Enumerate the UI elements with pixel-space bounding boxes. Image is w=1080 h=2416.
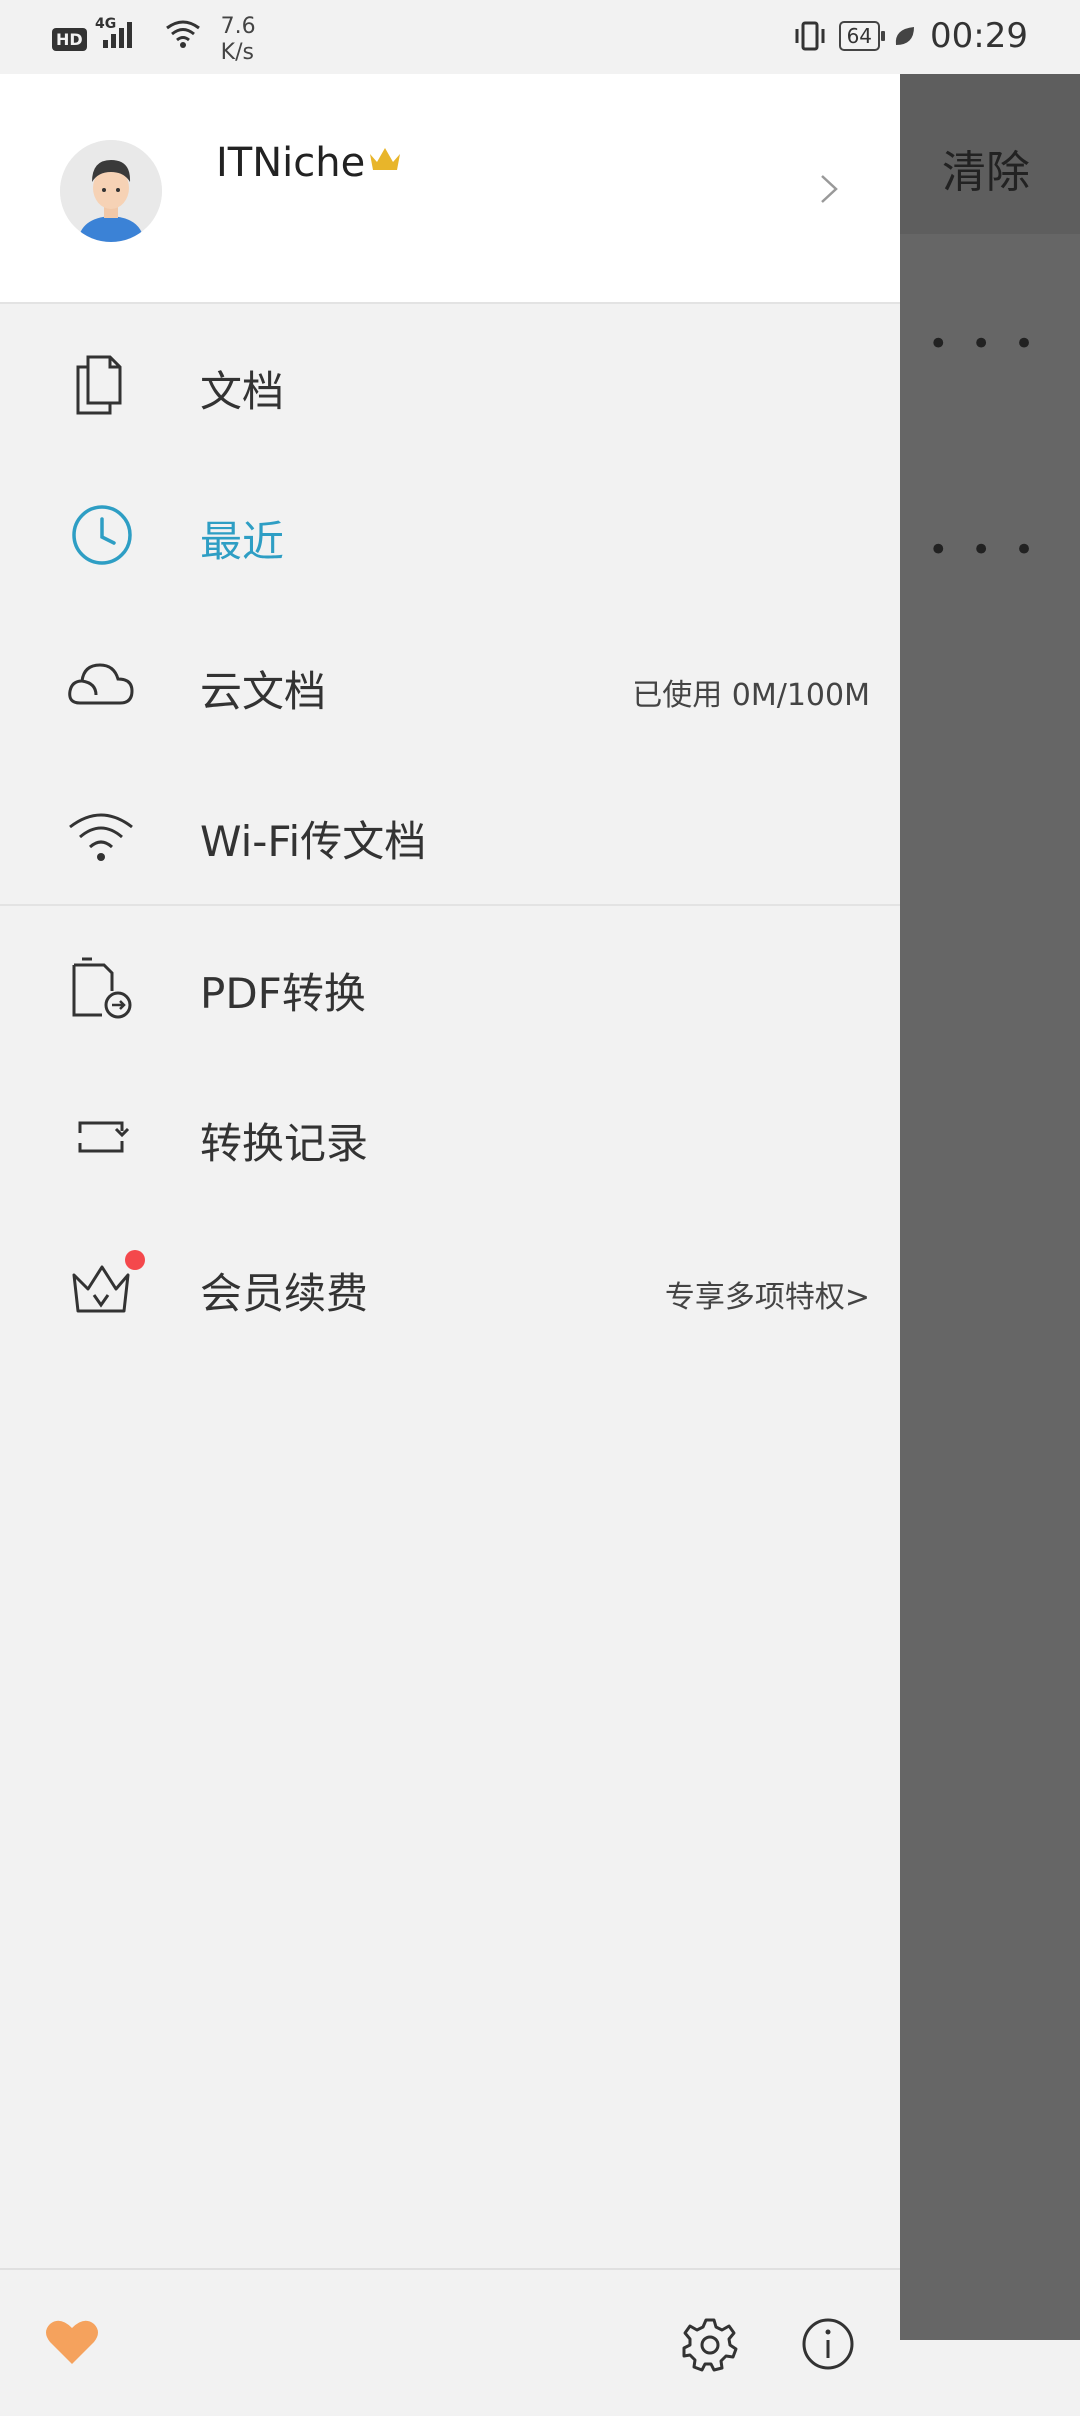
menu-item-documents[interactable]: 文档 [0,310,900,460]
menu-item-cloud-docs[interactable]: 云文档 已使用 0M/100M [0,610,900,760]
menu-item-label: 文档 [200,367,285,416]
clear-button[interactable]: 清除 [942,136,1030,200]
profile-header[interactable]: ITNiche [0,74,900,304]
navigation-drawer: ITNiche 文档 最近 云文档 已使用 0M/100M Wi-Fi传文档 P… [0,74,900,2372]
svg-text:4G: 4G [95,16,116,32]
menu-item-label: PDF转换 [200,969,366,1018]
menu-item-pdf-convert[interactable]: PDF转换 [0,912,900,1062]
cloud-icon [68,663,134,705]
more-options-icon[interactable]: • • • [928,324,1040,364]
crown-icon [370,148,400,170]
leaf-icon [895,27,915,45]
avatar[interactable] [60,140,162,242]
signal-icon: 4G [95,16,132,48]
menu-item-label: 转换记录 [200,1119,369,1168]
menu-item-label: 云文档 [200,667,327,716]
wifi-icon [69,813,133,861]
more-options-icon[interactable]: • • • [928,530,1040,570]
menu-item-membership[interactable]: 会员续费 专享多项特权> [0,1212,900,1362]
status-right: 64 00:29 [793,16,1028,56]
background-page-overlay[interactable]: 清除 • • • • • • [900,74,1080,2340]
hd-icon: HD [52,28,87,51]
heart-icon[interactable] [44,2318,100,2368]
menu-item-label: Wi-Fi传文档 [200,817,427,866]
clock-icon [72,505,132,565]
convert-record-icon [78,1121,130,1153]
gear-icon[interactable] [682,2316,738,2372]
status-bar: HD 4G 7.6 K/s 64 00:29 [0,0,1080,74]
chevron-right-icon[interactable] [818,172,842,206]
status-left: HD 4G 7.6 K/s [52,14,256,66]
menu-item-wifi-transfer[interactable]: Wi-Fi传文档 [0,760,900,910]
menu-divider [0,904,900,906]
cloud-storage-usage: 已使用 0M/100M [632,678,870,713]
battery-indicator: 64 [838,21,886,51]
menu-item-label: 会员续费 [200,1269,369,1318]
avatar-man-icon [60,140,162,242]
menu-item-convert-history[interactable]: 转换记录 [0,1062,900,1212]
info-icon[interactable] [800,2316,856,2372]
clock: 00:29 [930,16,1028,56]
vibrate-icon [795,21,825,51]
wifi-status-icon [165,20,200,48]
pdf-convert-icon [72,957,132,1019]
background-header: 清除 [900,74,1080,234]
network-speed: 7.6 K/s [220,14,256,65]
menu-item-label: 最近 [200,517,285,566]
username: ITNiche [216,140,366,186]
notification-dot [125,1250,145,1270]
drawer-bottom-bar [0,2268,900,2416]
document-icon [76,355,122,415]
menu-item-recent[interactable]: 最近 [0,460,900,610]
membership-privileges-link[interactable]: 专享多项特权> [665,1272,870,1316]
